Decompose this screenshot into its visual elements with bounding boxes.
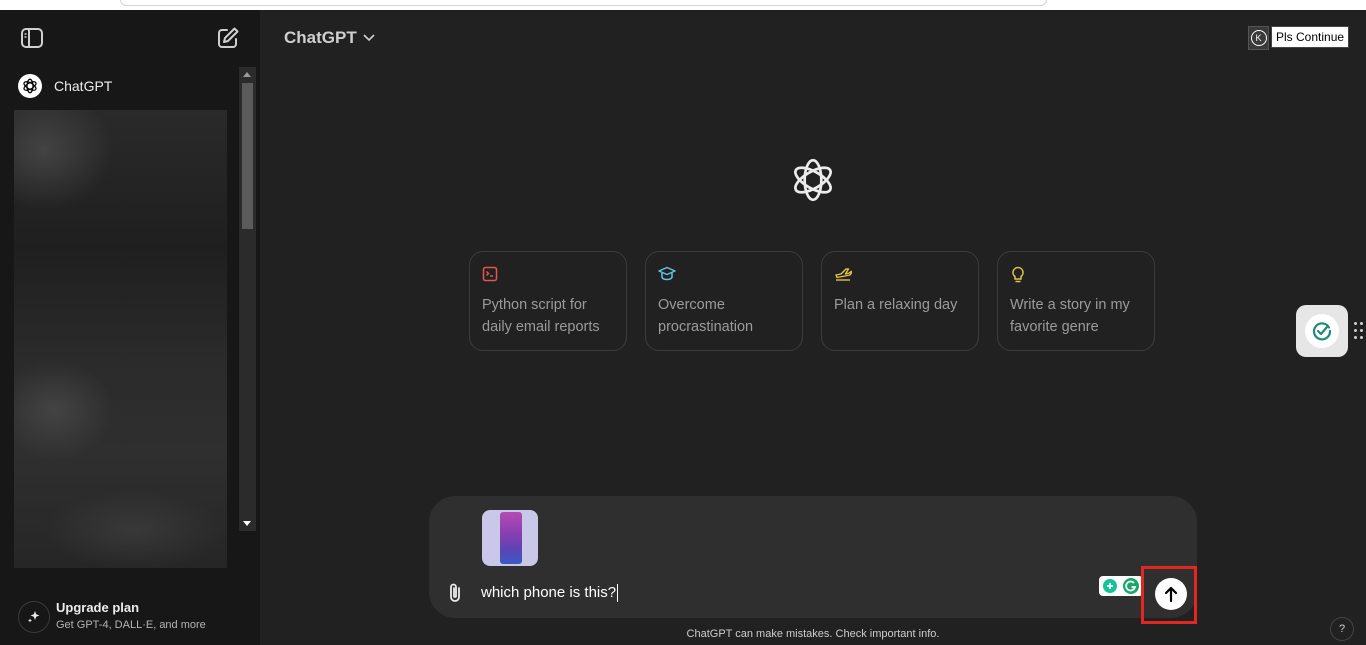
paperclip-icon[interactable] [447,582,467,604]
chevron-down-icon [363,34,375,42]
scrollbar-thumb[interactable] [242,83,253,229]
text-caret [617,584,619,603]
airplane-icon [834,266,854,284]
suggestion-text: Python script for daily email reports [482,297,600,335]
chatgpt-center-logo-icon [788,155,838,205]
disclaimer-text: ChatGPT can make mistakes. Check importa… [686,628,940,640]
pls-continue-button[interactable]: Pls Continue [1271,26,1350,48]
message-input[interactable]: which phone is this? [481,584,619,603]
sidebar: ChatGPT Upgrade plan Get GPT-4, DALL·E, … [0,10,260,645]
chatgpt-logo-icon [18,74,42,98]
address-bar-edge [120,0,1047,6]
scroll-up-arrow-icon[interactable] [243,72,251,77]
suggestion-text: Overcome procrastination [658,297,754,335]
extension-k-icon[interactable]: K [1248,26,1269,50]
sidebar-item-label: ChatGPT [54,78,113,94]
message-input-value: which phone is this? [481,584,617,601]
check-circle-icon [1305,314,1339,348]
suggestion-text: Write a story in my favorite genre [1010,297,1130,335]
upgrade-plan-button[interactable]: Upgrade plan Get GPT-4, DALL·E, and more [18,598,248,638]
help-button[interactable]: ? [1330,617,1354,641]
arrow-up-icon [1164,586,1178,603]
chat-history-blurred [14,110,227,568]
extension-letter: K [1250,30,1267,46]
scroll-down-arrow-icon[interactable] [243,521,251,526]
suggestion-card-relaxing-day[interactable]: Plan a relaxing day [821,251,979,351]
floating-extension-widget[interactable] [1296,305,1348,357]
send-button[interactable] [1155,578,1187,610]
upgrade-plan-subtitle: Get GPT-4, DALL·E, and more [56,619,206,631]
phone-screenshot-preview [500,512,522,564]
terminal-icon [482,266,500,284]
upgrade-plan-title: Upgrade plan [56,600,140,615]
sparkle-icon [18,601,50,633]
new-chat-icon[interactable] [216,26,240,50]
model-selector[interactable]: ChatGPT [284,28,375,48]
message-composer: which phone is this? [429,496,1197,618]
grammarly-widget[interactable] [1099,576,1143,596]
graduation-cap-icon [658,266,676,284]
suggestion-text: Plan a relaxing day [834,297,958,313]
suggestion-card-procrastination[interactable]: Overcome procrastination [645,251,803,351]
lightbulb-icon [1010,266,1028,284]
attached-image-thumbnail[interactable] [482,510,538,566]
sidebar-toggle-icon[interactable] [20,27,44,49]
model-name: ChatGPT [284,28,357,47]
suggestion-card-story[interactable]: Write a story in my favorite genre [997,251,1155,351]
sidebar-item-chatgpt[interactable]: ChatGPT [18,73,236,99]
browser-top-strip [0,0,1366,10]
sidebar-scrollbar[interactable] [239,67,256,531]
suggestion-card-python[interactable]: Python script for daily email reports [469,251,627,351]
drag-handle-icon[interactable] [1354,322,1364,342]
